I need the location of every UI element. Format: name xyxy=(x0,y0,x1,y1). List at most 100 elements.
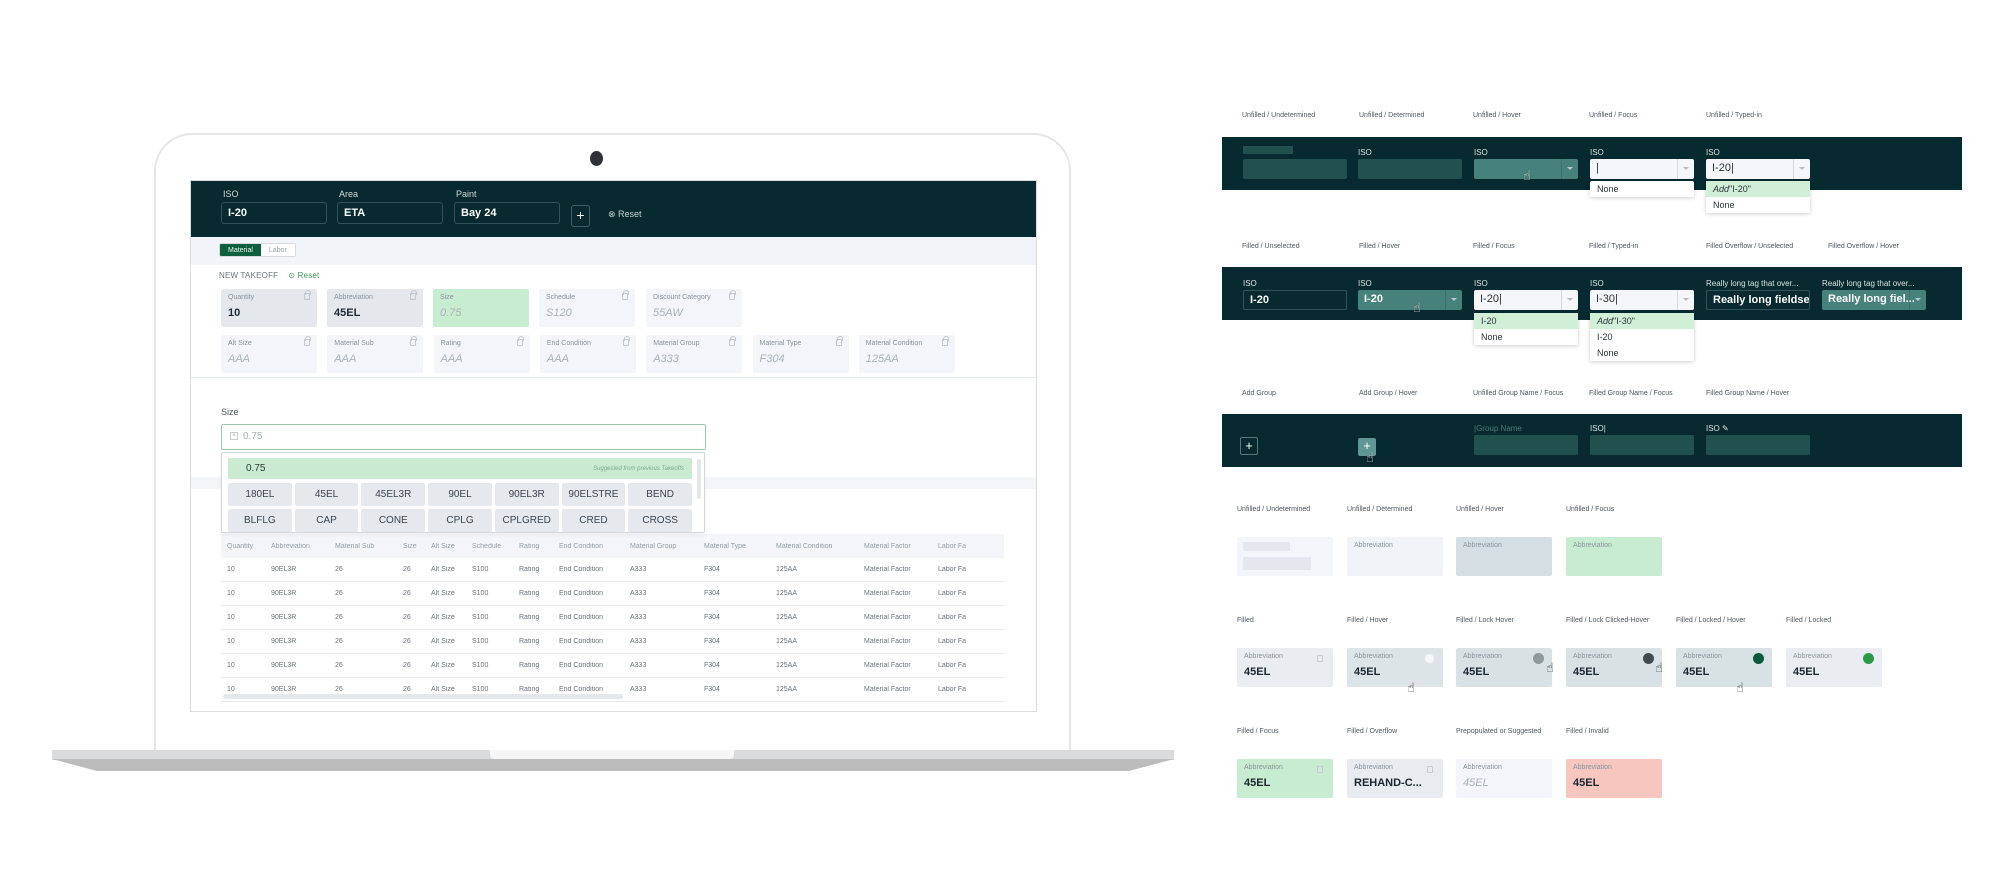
lock-icon[interactable] xyxy=(410,290,417,300)
column-header[interactable]: Quantity xyxy=(221,543,271,550)
field-card-state[interactable] xyxy=(1237,537,1333,576)
field-card-state[interactable]: Abbreviation xyxy=(1566,537,1662,576)
menu-item[interactable]: None xyxy=(1590,181,1694,197)
chevron-down-icon[interactable] xyxy=(1677,159,1694,179)
lock-icon[interactable] xyxy=(1424,653,1435,664)
horizontal-scrollbar[interactable] xyxy=(223,694,623,699)
area-field[interactable]: Area ETA xyxy=(337,189,443,224)
column-header[interactable]: Schedule xyxy=(472,543,519,550)
field-overflow-unselected[interactable]: Really long tag that over... Really long … xyxy=(1706,279,1810,310)
field-card-state[interactable]: Abbreviation 45EL xyxy=(1237,759,1333,798)
lock-icon[interactable] xyxy=(516,336,524,346)
takeoff-card[interactable]: Quantity 10 xyxy=(221,289,317,327)
takeoff-card[interactable]: End Condition AAA xyxy=(539,335,636,373)
field-box[interactable] xyxy=(1243,159,1347,179)
group-name-unfilled-focus[interactable]: |Group Name xyxy=(1474,424,1578,455)
table-row[interactable]: 10 90EL3R 26 26 Alt Size S100 Rating End Condit… xyxy=(221,582,1004,606)
clear-icon[interactable]: × xyxy=(230,432,238,441)
size-option-chip[interactable]: 45EL3R xyxy=(361,483,426,506)
group-name-filled-hover[interactable]: ISO ✎ xyxy=(1706,424,1810,455)
menu-item[interactable]: None xyxy=(1474,329,1578,345)
field-card-state[interactable]: Abbreviation 45EL xyxy=(1347,648,1443,687)
field-card-state[interactable]: Abbreviation 45EL xyxy=(1566,648,1662,687)
takeoff-card[interactable]: Material Condition 125AA xyxy=(858,335,955,373)
field-card-state[interactable]: Abbreviation 45EL xyxy=(1456,759,1552,798)
field-box[interactable]: | xyxy=(1590,159,1694,179)
lock-icon[interactable] xyxy=(1317,655,1323,662)
field-card-state[interactable]: Abbreviation REHAND-C... xyxy=(1347,759,1443,798)
field-box[interactable]: I-20 xyxy=(1243,290,1347,310)
suggested-option[interactable]: 0.75 Suggested from previous Takeoffs xyxy=(228,458,692,479)
lock-icon[interactable] xyxy=(622,336,630,346)
column-header[interactable]: Material Condition xyxy=(776,543,864,550)
chevron-down-icon[interactable] xyxy=(1677,290,1694,310)
lock-icon[interactable] xyxy=(1427,766,1433,773)
takeoff-card[interactable]: Size 0.75 xyxy=(433,289,529,327)
column-header[interactable]: Rating xyxy=(519,543,559,550)
field-filled-unselected[interactable]: ISO I-20 xyxy=(1243,279,1347,310)
takeoff-card[interactable]: Discount Category 55AW xyxy=(646,289,742,327)
field-card-state[interactable]: Abbreviation 45EL xyxy=(1676,648,1772,687)
lock-icon[interactable] xyxy=(1863,653,1874,664)
column-header[interactable]: Alt Size xyxy=(431,543,472,550)
takeoff-card[interactable]: Rating AAA xyxy=(433,335,530,373)
group-name-filled-focus[interactable]: ISO| xyxy=(1590,424,1694,455)
field-card-state[interactable]: Abbreviation 45EL xyxy=(1566,759,1662,798)
menu-item[interactable]: I-20 xyxy=(1590,329,1694,345)
menu-item[interactable]: None xyxy=(1706,197,1810,213)
column-header[interactable]: Material Type xyxy=(704,543,776,550)
lock-icon[interactable] xyxy=(835,336,843,346)
field-unfilled-focus[interactable]: ISO | xyxy=(1590,148,1694,179)
menu-item-add[interactable]: Add"I-30" xyxy=(1590,313,1694,329)
size-option-chip[interactable]: 45EL xyxy=(294,483,359,506)
tab-labor[interactable]: Labor xyxy=(260,244,295,256)
size-option-chip[interactable]: 90EL xyxy=(428,483,492,506)
field-box[interactable] xyxy=(1706,435,1810,455)
field-card-state[interactable]: Abbreviation xyxy=(1347,537,1443,576)
column-header[interactable]: Material Factor xyxy=(864,543,938,550)
field-box[interactable]: I-20| xyxy=(1706,159,1810,179)
lock-icon[interactable] xyxy=(410,336,418,346)
field-card-state[interactable]: Abbreviation xyxy=(1456,537,1552,576)
menu-item[interactable]: I-20 xyxy=(1474,313,1578,329)
field-filled-typed[interactable]: ISO I-30| xyxy=(1590,279,1694,310)
size-option-chip[interactable]: CRED xyxy=(561,509,626,532)
field-filled-hover[interactable]: ISO I-20 xyxy=(1358,279,1462,310)
column-header[interactable]: End Condition xyxy=(559,543,630,550)
table-row[interactable]: 10 90EL3R 26 26 Alt Size S100 Rating End Condit… xyxy=(221,606,1004,630)
lock-icon[interactable] xyxy=(1533,653,1544,664)
column-header[interactable]: Size xyxy=(403,543,431,550)
lock-icon[interactable] xyxy=(729,336,737,346)
field-card-state[interactable]: Abbreviation 45EL xyxy=(1786,648,1882,687)
chevron-down-icon[interactable] xyxy=(1909,290,1926,310)
lock-icon[interactable] xyxy=(622,290,629,300)
lock-icon[interactable] xyxy=(729,290,736,300)
field-unfilled-undetermined[interactable] xyxy=(1243,148,1347,179)
menu-item[interactable]: None xyxy=(1590,345,1694,361)
table-row[interactable]: 10 90EL3R 26 26 Alt Size S100 Rating End Condit… xyxy=(221,654,1004,678)
chevron-down-icon[interactable] xyxy=(1561,290,1578,310)
menu-item-add[interactable]: Add"I-20" xyxy=(1706,181,1810,197)
iso-input[interactable]: I-20 xyxy=(221,202,327,224)
lock-icon[interactable] xyxy=(1643,653,1654,664)
field-unfilled-determined[interactable]: ISO xyxy=(1358,148,1462,179)
area-input[interactable]: ETA xyxy=(337,202,443,224)
takeoff-card[interactable]: Material Type F304 xyxy=(752,335,849,373)
iso-field[interactable]: ISO I-20 xyxy=(221,189,327,224)
field-unfilled-typed[interactable]: ISO I-20| xyxy=(1706,148,1810,179)
column-header[interactable]: Material Sub xyxy=(335,543,403,550)
takeoff-card[interactable]: Material Group A333 xyxy=(646,335,743,373)
chevron-down-icon[interactable] xyxy=(1793,159,1810,179)
column-header[interactable]: Material Group xyxy=(630,543,704,550)
size-option-chip[interactable]: 180EL xyxy=(228,483,292,506)
takeoff-card[interactable]: Abbreviation 45EL xyxy=(327,289,423,327)
field-box[interactable]: I-20 xyxy=(1358,290,1462,310)
size-option-chip[interactable]: BLFLG xyxy=(228,509,292,532)
tab-material[interactable]: Material xyxy=(220,244,261,256)
field-card-state[interactable]: Abbreviation 45EL xyxy=(1237,648,1333,687)
field-overflow-hover[interactable]: Really long tag that over... Really long … xyxy=(1822,279,1926,310)
add-group-button[interactable]: + xyxy=(571,205,590,227)
lock-icon[interactable] xyxy=(1317,766,1323,773)
takeoff-card[interactable]: Alt Size AAA xyxy=(221,335,317,373)
size-option-chip[interactable]: CPLG xyxy=(428,509,492,532)
